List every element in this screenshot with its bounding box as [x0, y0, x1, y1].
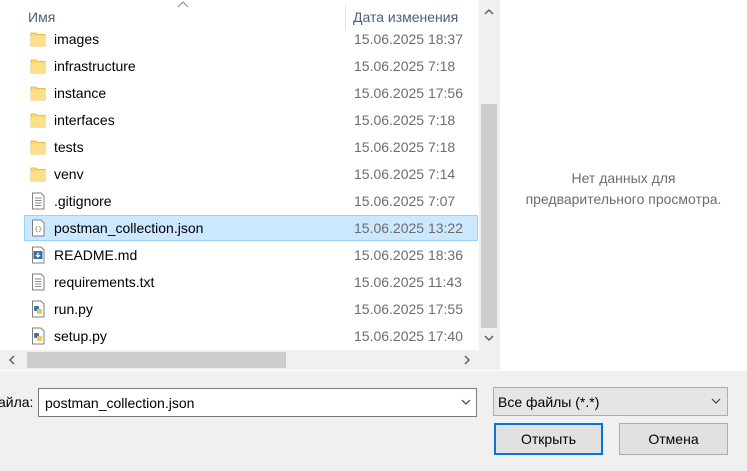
file-name: interfaces [54, 112, 115, 128]
filename-field[interactable]: postman_collection.json [38, 388, 477, 417]
folder-icon [30, 57, 46, 75]
text-file-icon [30, 192, 46, 210]
file-row[interactable]: {} postman_collection.json 15.06.2025 13:2… [24, 215, 478, 241]
python-file-icon [30, 327, 46, 345]
file-name: postman_collection.json [54, 220, 204, 236]
file-row[interactable]: images 15.06.2025 18:37 [24, 26, 478, 52]
file-name: infrastructure [54, 58, 136, 74]
markdown-file-icon [30, 246, 46, 264]
file-date: 15.06.2025 7:18 [354, 139, 456, 155]
preview-pane: Нет данных для предварительного просмотр… [500, 0, 747, 371]
file-date: 15.06.2025 18:36 [354, 247, 463, 263]
file-row[interactable]: setup.py 15.06.2025 17:40 [24, 323, 478, 349]
file-row[interactable]: infrastructure 15.06.2025 7:18 [24, 53, 478, 79]
filename-label: айла: [0, 394, 34, 410]
preview-message-line2: предварительного просмотра. [525, 191, 722, 207]
file-name: setup.py [54, 328, 107, 344]
vertical-scrollbar[interactable] [479, 0, 499, 350]
file-row[interactable]: instance 15.06.2025 17:56 [24, 80, 478, 106]
file-date: 15.06.2025 17:40 [354, 328, 463, 344]
file-name: venv [54, 166, 84, 182]
sort-ascending-icon [177, 1, 189, 8]
file-date: 15.06.2025 7:18 [354, 58, 456, 74]
file-name: images [54, 31, 100, 47]
folder-icon [30, 30, 46, 48]
name-column-label: Имя [28, 9, 56, 25]
filename-value: postman_collection.json [45, 395, 195, 411]
scrollbar-corner [479, 350, 499, 370]
text-file-icon [30, 273, 46, 291]
folder-icon [30, 138, 46, 156]
file-date: 15.06.2025 18:37 [354, 31, 463, 47]
chevron-down-icon[interactable] [459, 395, 473, 409]
file-row[interactable]: run.py 15.06.2025 17:55 [24, 296, 478, 322]
file-row[interactable]: .gitignore 15.06.2025 7:07 [24, 188, 478, 214]
preview-message-line1: Нет данных для [571, 170, 676, 186]
vertical-scroll-thumb[interactable] [481, 104, 497, 328]
folder-icon [30, 111, 46, 129]
scroll-left-icon[interactable] [4, 350, 21, 370]
file-row[interactable]: README.md 15.06.2025 18:36 [24, 242, 478, 268]
file-row[interactable]: requirements.txt 15.06.2025 11:43 [24, 269, 478, 295]
scroll-down-icon[interactable] [479, 330, 499, 347]
file-date: 15.06.2025 13:22 [354, 220, 463, 236]
file-type-select[interactable]: Все файлы (*.*) [493, 387, 728, 416]
file-name: README.md [54, 247, 138, 263]
file-row[interactable]: venv 15.06.2025 7:14 [24, 161, 478, 187]
horizontal-scroll-thumb[interactable] [27, 352, 286, 368]
json-file-icon: {} [30, 219, 46, 237]
file-name: instance [54, 85, 107, 101]
chevron-down-icon [711, 398, 721, 404]
scroll-up-icon[interactable] [479, 4, 499, 21]
file-row[interactable]: tests 15.06.2025 7:18 [24, 134, 478, 160]
file-date: 15.06.2025 17:56 [354, 85, 463, 101]
python-file-icon [30, 300, 46, 318]
cancel-button[interactable]: Отмена [619, 423, 728, 455]
file-date: 15.06.2025 7:14 [354, 166, 456, 182]
preview-message: Нет данных для предварительного просмотр… [500, 168, 747, 210]
file-date: 15.06.2025 7:18 [354, 112, 456, 128]
date-column-label: Дата изменения [353, 9, 459, 25]
file-name: .gitignore [54, 193, 112, 209]
file-name: requirements.txt [54, 274, 155, 290]
file-date: 15.06.2025 17:55 [354, 301, 463, 317]
file-date: 15.06.2025 7:07 [354, 193, 456, 209]
file-name: tests [54, 139, 84, 155]
folder-icon [30, 84, 46, 102]
scroll-right-icon[interactable] [458, 350, 475, 370]
file-name: run.py [54, 301, 93, 317]
svg-text:{}: {} [34, 225, 42, 233]
folder-icon [30, 165, 46, 183]
file-list[interactable]: Имя Дата изменения images 15.06.2025 18:3… [0, 0, 499, 371]
file-open-dialog: Имя Дата изменения images 15.06.2025 18:3… [0, 0, 747, 471]
file-type-value: Все файлы (*.*) [498, 394, 600, 410]
file-row[interactable]: interfaces 15.06.2025 7:18 [24, 107, 478, 133]
file-date: 15.06.2025 11:43 [354, 274, 462, 290]
horizontal-scrollbar[interactable] [0, 350, 479, 370]
open-button[interactable]: Открыть [494, 423, 603, 455]
